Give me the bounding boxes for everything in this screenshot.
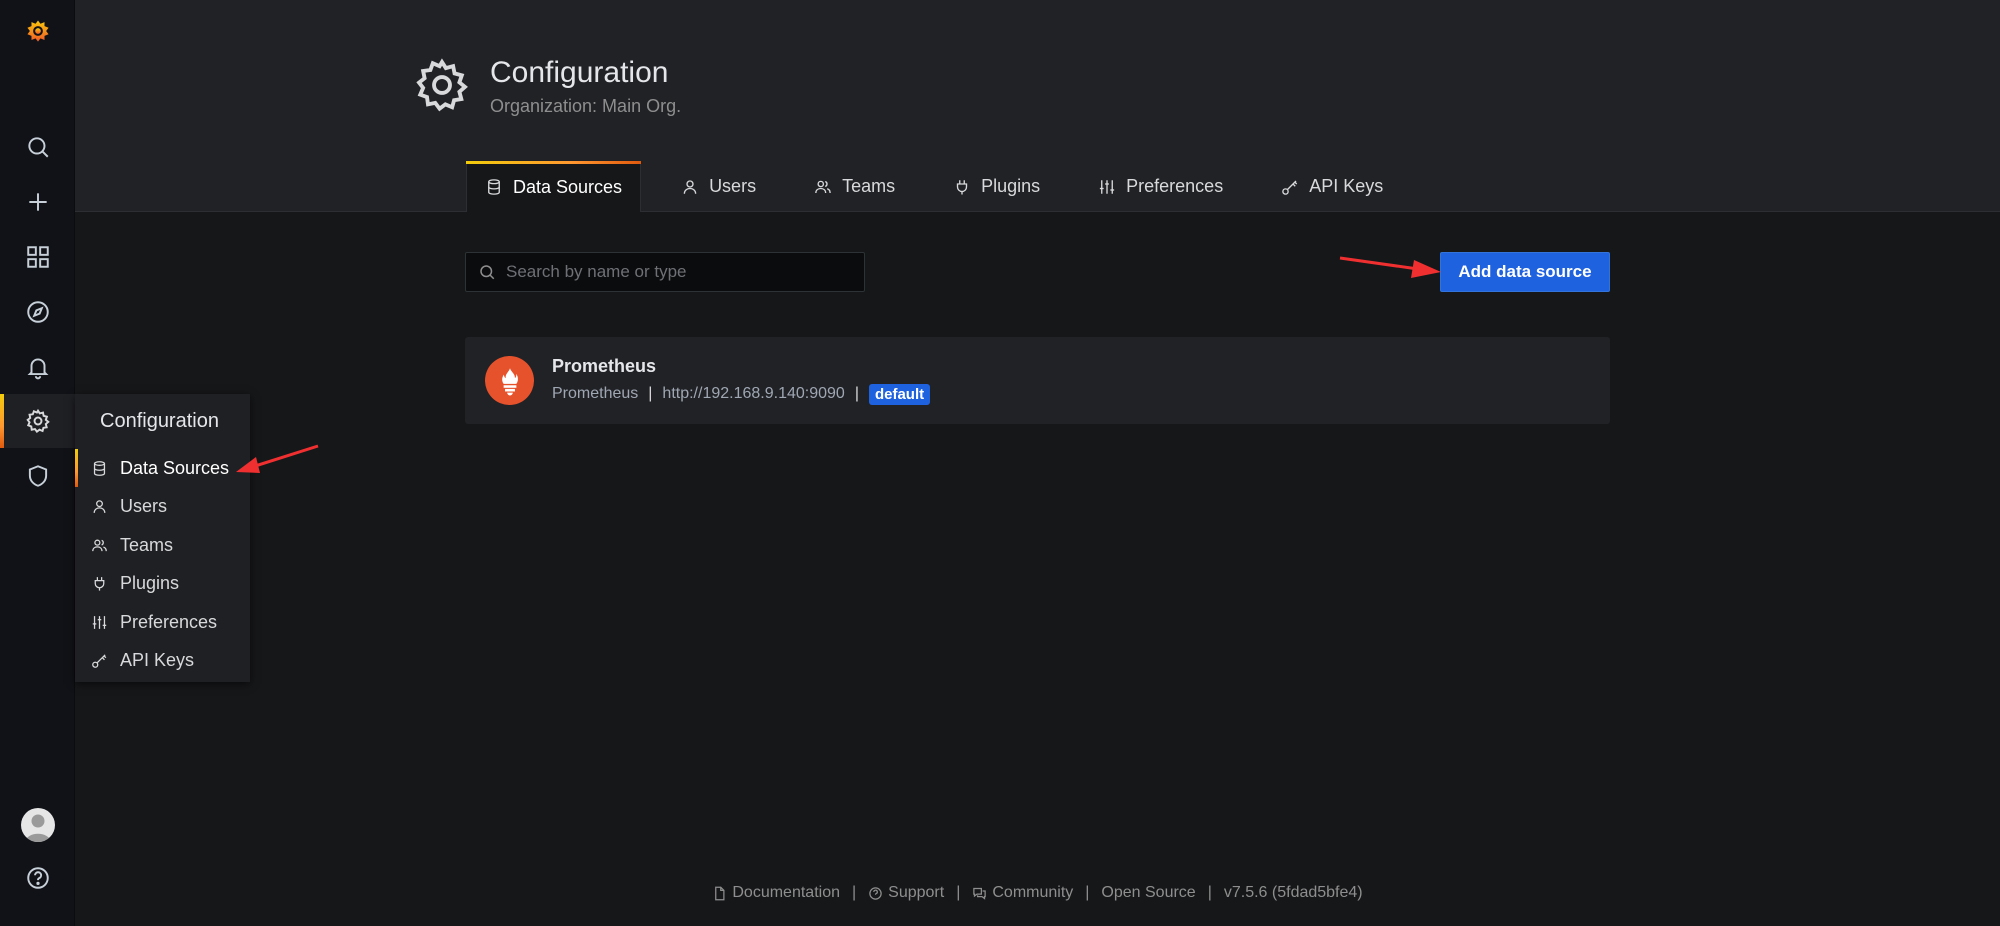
- plug-icon: [94, 576, 105, 591]
- tab-label: Plugins: [981, 176, 1041, 196]
- footer-community-link[interactable]: Community: [972, 884, 1073, 902]
- data-source-name: Prometheus: [552, 356, 657, 376]
- footer-link-label: Community: [992, 884, 1074, 901]
- search-box: [465, 252, 865, 292]
- sliders-icon: [1100, 179, 1115, 194]
- flyout-item-preferences[interactable]: Preferences: [75, 603, 250, 641]
- separator: |: [852, 884, 857, 901]
- flyout-item-teams[interactable]: Teams: [75, 526, 250, 564]
- flyout-item-users[interactable]: Users: [75, 487, 250, 525]
- flyout-item-label: Plugins: [120, 572, 180, 593]
- separator: |: [1207, 884, 1212, 901]
- key-icon: [92, 653, 107, 668]
- comments-icon: [973, 887, 987, 900]
- tab-label: API Keys: [1309, 176, 1384, 196]
- separator: |: [854, 385, 859, 402]
- flyout-item-data-sources[interactable]: Data Sources: [75, 449, 250, 487]
- dashboards-icon[interactable]: [0, 230, 75, 284]
- database-icon: [488, 179, 500, 195]
- tab-users[interactable]: Users: [663, 161, 774, 212]
- footer-documentation-link[interactable]: Documentation: [712, 884, 840, 902]
- gear-icon: [416, 58, 468, 112]
- footer-link-label: Support: [888, 884, 945, 901]
- side-menu: [0, 0, 75, 926]
- flyout-item-label: Users: [120, 495, 168, 516]
- version-label: v7.5.6 (5fdad5bfe4): [1223, 884, 1363, 901]
- key-icon: [1282, 180, 1298, 195]
- footer-link-label: Open Source: [1101, 884, 1196, 901]
- search-icon: [480, 265, 495, 280]
- page-title: Configuration: [490, 56, 669, 89]
- user-icon: [93, 499, 106, 513]
- footer-support-link[interactable]: Support: [868, 884, 944, 902]
- data-source-card[interactable]: Prometheus Prometheus | http://192.168.9…: [465, 337, 1610, 424]
- data-source-url: http://192.168.9.140:9090: [662, 385, 845, 402]
- tab-label: Users: [709, 176, 757, 196]
- page-subtitle: Organization: Main Org.: [490, 96, 682, 116]
- footer-link-label: Documentation: [732, 884, 840, 901]
- footer-version: v7.5.6 (5fdad5bfe4): [1224, 884, 1363, 902]
- flyout-item-label: Data Sources: [120, 457, 230, 478]
- users-icon: [815, 180, 831, 193]
- gear-icon[interactable]: [0, 394, 75, 448]
- data-source-meta: Prometheus | http://192.168.9.140:9090 |…: [552, 382, 931, 406]
- tab-label: Data Sources: [513, 176, 623, 197]
- add-data-source-button[interactable]: Add data source: [1440, 252, 1610, 292]
- explore-icon[interactable]: [0, 285, 75, 339]
- footer-open-source-link[interactable]: Open Source: [1101, 884, 1195, 902]
- flyout-item-label: Teams: [120, 534, 174, 555]
- flyout-item-label: API Keys: [120, 649, 195, 670]
- data-source-type: Prometheus: [552, 385, 639, 402]
- flyout-item-label: Preferences: [120, 611, 218, 632]
- separator: |: [1085, 884, 1090, 901]
- flyout-item-api-keys[interactable]: API Keys: [75, 641, 250, 679]
- tab-teams[interactable]: Teams: [796, 161, 913, 212]
- tab-plugins[interactable]: Plugins: [935, 161, 1058, 212]
- tab-data-sources[interactable]: Data Sources: [466, 161, 642, 212]
- tab-preferences[interactable]: Preferences: [1080, 161, 1241, 212]
- tab-bar: Data Sources Users Teams Plugins Prefere…: [466, 161, 1423, 212]
- flyout-item-plugins[interactable]: Plugins: [75, 564, 250, 602]
- footer: Documentation | Support | Community | Op…: [0, 880, 2000, 906]
- sliders-icon: [92, 615, 107, 629]
- shield-icon[interactable]: [0, 449, 75, 503]
- configuration-flyout-menu: Configuration Data Sources Users Teams P…: [75, 394, 250, 682]
- tab-api-keys[interactable]: API Keys: [1263, 161, 1401, 212]
- separator: |: [648, 385, 653, 402]
- document-icon: [715, 886, 725, 900]
- avatar[interactable]: [21, 808, 55, 842]
- search-input[interactable]: [506, 262, 846, 282]
- tab-label: Teams: [842, 176, 896, 196]
- annotation-arrow-icon: [1339, 256, 1441, 278]
- flyout-title[interactable]: Configuration: [75, 394, 250, 448]
- question-circle-icon: [869, 886, 882, 900]
- database-icon: [93, 460, 106, 476]
- tab-label: Preferences: [1126, 176, 1224, 196]
- grafana-logo-icon[interactable]: [0, 4, 75, 58]
- separator: |: [956, 884, 961, 901]
- user-icon: [683, 179, 697, 194]
- users-icon: [92, 539, 107, 551]
- alerting-icon[interactable]: [0, 340, 75, 394]
- search-icon[interactable]: [0, 120, 75, 174]
- plug-icon: [956, 179, 968, 194]
- prometheus-logo-icon: [485, 356, 534, 405]
- default-badge: default: [868, 383, 931, 405]
- plus-icon[interactable]: [0, 175, 75, 229]
